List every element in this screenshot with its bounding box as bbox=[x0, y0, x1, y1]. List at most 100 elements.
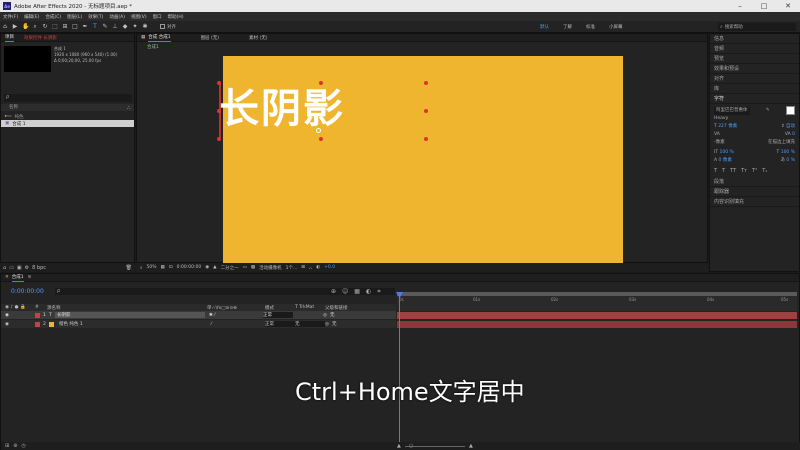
menu-view[interactable]: 视图(V) bbox=[128, 14, 150, 20]
panel-character[interactable]: 字符 bbox=[710, 94, 799, 104]
column-mode[interactable]: 模式 bbox=[265, 305, 295, 311]
brush-tool-icon[interactable]: ✎ bbox=[102, 23, 108, 30]
transform-handle[interactable] bbox=[319, 81, 323, 85]
tab-composition[interactable]: 合成 合成1 bbox=[148, 34, 171, 42]
superscript-button[interactable]: T¹ bbox=[752, 167, 757, 175]
bit-depth-label[interactable]: 8 bpc bbox=[32, 265, 46, 271]
panel-tracker[interactable]: 跟踪器 bbox=[710, 187, 799, 197]
workspace-learn[interactable]: 了解 bbox=[563, 24, 572, 30]
menu-file[interactable]: 文件(F) bbox=[0, 14, 21, 20]
horizontal-scale-value[interactable]: 100 % bbox=[781, 150, 795, 155]
tab-project[interactable]: 项目 bbox=[5, 34, 14, 42]
new-folder-icon[interactable]: ▭ bbox=[9, 265, 14, 271]
channel-icon[interactable]: ▲ bbox=[213, 265, 216, 270]
snap-checkbox[interactable] bbox=[160, 24, 165, 29]
tracking-value[interactable]: 0 bbox=[792, 132, 795, 137]
tsume-value[interactable]: 0 % bbox=[786, 158, 795, 163]
tab-effect-controls[interactable]: 效果控件 长阴影 bbox=[24, 35, 57, 41]
zoom-in-icon[interactable]: ▲ bbox=[469, 443, 473, 449]
panel-content-aware-fill[interactable]: 内容识别填充 bbox=[710, 197, 799, 207]
subscript-button[interactable]: T₁ bbox=[762, 167, 767, 175]
zoom-tool-icon[interactable]: ⌕ bbox=[32, 23, 38, 30]
pan-behind-tool-icon[interactable]: ⊞ bbox=[62, 23, 68, 30]
composition-canvas[interactable]: 长阴影 bbox=[217, 56, 623, 264]
fill-color-swatch[interactable] bbox=[786, 106, 795, 115]
stroke-width-value[interactable]: -像素 bbox=[714, 139, 725, 147]
pen-tool-icon[interactable]: ✒ bbox=[82, 23, 88, 30]
roto-tool-icon[interactable]: ✦ bbox=[132, 23, 138, 30]
snapshot-icon[interactable]: ◉ bbox=[205, 265, 209, 270]
menu-window[interactable]: 窗口 bbox=[150, 14, 165, 20]
column-source-name[interactable]: 源名称 bbox=[47, 305, 207, 311]
column-index[interactable]: # bbox=[35, 305, 47, 310]
panel-info[interactable]: 信息 bbox=[710, 34, 799, 44]
faux-bold-button[interactable]: T bbox=[714, 167, 717, 175]
layer-label-color[interactable] bbox=[35, 312, 40, 318]
tab-footage[interactable]: 素材 (无) bbox=[249, 35, 267, 41]
project-search-input[interactable]: ρ bbox=[4, 94, 132, 102]
transform-handle[interactable] bbox=[217, 81, 221, 85]
puppet-tool-icon[interactable]: ✱ bbox=[142, 23, 148, 30]
zoom-slider[interactable] bbox=[405, 446, 465, 447]
render-icon[interactable]: ⊞ bbox=[301, 265, 305, 270]
viewer-subtab[interactable]: 合成1 bbox=[147, 44, 159, 50]
home-icon[interactable]: ⌂ bbox=[2, 23, 8, 30]
flowchart-icon[interactable]: ⛬ bbox=[127, 105, 131, 111]
panel-paragraph[interactable]: 段落 bbox=[710, 177, 799, 187]
font-style-dropdown[interactable]: Heavy bbox=[714, 115, 795, 123]
column-trkmat[interactable]: T TrkMat bbox=[295, 305, 325, 310]
shy-icon[interactable]: ☺ bbox=[342, 288, 348, 296]
timeline-timecode[interactable]: 0:00:00:00 bbox=[11, 288, 44, 295]
frame-blend-icon[interactable]: ▦ bbox=[354, 288, 360, 296]
font-size-value[interactable]: 227 像素 bbox=[718, 124, 737, 129]
zoom-slider-handle[interactable]: ○ bbox=[409, 443, 413, 449]
work-area-bar[interactable] bbox=[397, 292, 797, 296]
transform-handle[interactable] bbox=[217, 137, 221, 141]
tab-comp1[interactable]: 合成1 bbox=[11, 274, 24, 282]
transparency-grid-icon[interactable]: ▩ bbox=[251, 265, 255, 270]
project-item-folder[interactable]: ▸▭ 纯色 bbox=[1, 113, 134, 120]
toggle-render-time-icon[interactable]: ◷ bbox=[21, 443, 25, 449]
column-parent[interactable]: 父级和链接 bbox=[325, 305, 348, 311]
graph-editor-icon[interactable]: ⌗ bbox=[377, 288, 380, 296]
grid-icon[interactable]: ▦ bbox=[161, 265, 165, 270]
magnification-icon[interactable]: ⌕ bbox=[140, 265, 143, 271]
font-family-dropdown[interactable]: 阿里巴巴普惠体 bbox=[714, 106, 750, 115]
tab-layer[interactable]: 图层 (无) bbox=[201, 35, 219, 41]
panel-effects-presets[interactable]: 效果和预设 bbox=[710, 64, 799, 74]
layer-mode-dropdown[interactable]: 正常 bbox=[265, 321, 295, 327]
panel-library[interactable]: 库 bbox=[710, 84, 799, 94]
panel-menu-icon[interactable]: ≡ bbox=[28, 275, 32, 280]
type-tool-icon[interactable]: T bbox=[92, 23, 98, 30]
layer-switches[interactable]: ⁄ bbox=[207, 322, 265, 327]
layer-parent-dropdown[interactable]: 无 bbox=[332, 321, 337, 327]
eraser-tool-icon[interactable]: ◆ bbox=[122, 23, 128, 30]
faux-italic-button[interactable]: T bbox=[722, 167, 725, 175]
interpret-footage-icon[interactable]: ⌂ bbox=[3, 265, 6, 271]
transform-handle[interactable] bbox=[319, 137, 323, 141]
region-icon[interactable]: ▭ bbox=[243, 265, 247, 270]
transform-handle[interactable] bbox=[424, 109, 428, 113]
new-comp-icon[interactable]: ▣ bbox=[17, 265, 22, 271]
playhead[interactable] bbox=[399, 292, 400, 450]
motion-blur-icon[interactable]: ◐ bbox=[366, 288, 371, 296]
settings-icon[interactable]: ⚙ bbox=[25, 265, 29, 271]
toggle-modes-icon[interactable]: ⊕ bbox=[13, 443, 17, 449]
camera-dropdown[interactable]: 活动摄像机 bbox=[259, 265, 282, 271]
visibility-eye-icon[interactable]: ◉ bbox=[5, 322, 35, 327]
visibility-eye-icon[interactable]: ◉ bbox=[5, 313, 35, 318]
panel-align[interactable]: 对齐 bbox=[710, 74, 799, 84]
selection-tool-icon[interactable]: ▶ bbox=[12, 23, 18, 30]
column-name[interactable]: 名称 bbox=[1, 104, 134, 111]
workspace-default[interactable]: 默认 bbox=[540, 24, 549, 30]
minimize-icon[interactable]: – bbox=[728, 0, 752, 12]
table-row[interactable]: ◉ 2 橙色 纯色 1 ⁄ 正常 无 ◎ 无 bbox=[1, 320, 396, 328]
zoom-dropdown[interactable]: 50% bbox=[147, 265, 157, 270]
transform-handle[interactable] bbox=[217, 109, 221, 113]
menu-edit[interactable]: 编辑(E) bbox=[21, 14, 42, 20]
menu-composition[interactable]: 合成(C) bbox=[42, 14, 64, 20]
baseline-value[interactable]: 0 像素 bbox=[719, 158, 732, 163]
mask-icon[interactable]: ⊡ bbox=[169, 265, 173, 270]
menu-layer[interactable]: 图层(L) bbox=[64, 14, 85, 20]
transform-handle[interactable] bbox=[424, 137, 428, 141]
